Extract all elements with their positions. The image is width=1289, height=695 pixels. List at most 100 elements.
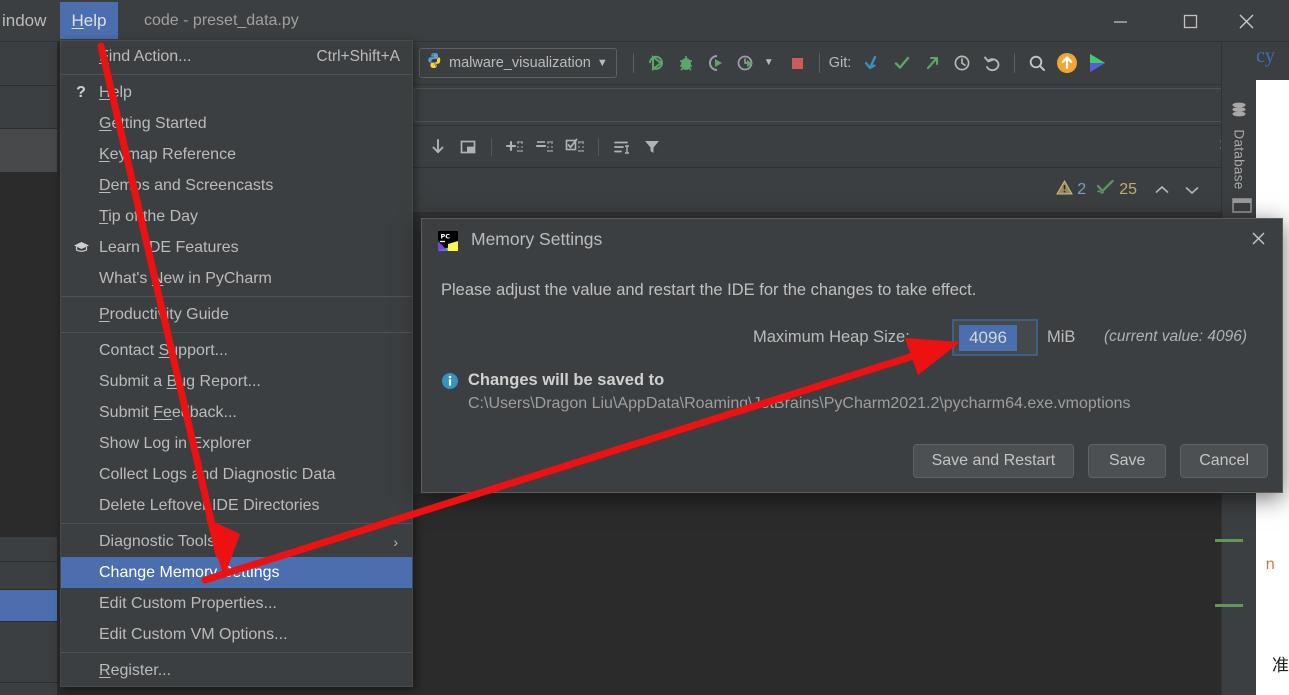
close-icon[interactable] (1244, 227, 1272, 255)
menu-item-label: Contact Support... (99, 341, 228, 359)
search-everywhere-icon[interactable] (1023, 49, 1051, 77)
toolbar-divider (491, 137, 492, 156)
chevron-down-icon[interactable]: ▼ (597, 57, 608, 69)
menu-item-learn-ide-features[interactable]: Learn IDE Features (61, 232, 412, 263)
background-link-text: cy (1256, 45, 1275, 67)
database-icon (1229, 100, 1249, 120)
tool-window-body-lower (411, 494, 1249, 695)
menu-item-edit-custom-vm-options[interactable]: Edit Custom VM Options... (61, 619, 412, 650)
sort-icon[interactable] (607, 132, 637, 162)
layout-icon[interactable] (1232, 198, 1254, 216)
menu-item-find-action[interactable]: Find Action... Ctrl+Shift+A (61, 41, 412, 72)
menu-item-contact-support[interactable]: Contact Support... (61, 335, 412, 366)
heap-current-value: (current value: 4096) (1104, 328, 1248, 345)
left-panel-band (0, 683, 57, 695)
datalore-icon[interactable] (1083, 49, 1111, 77)
add-column-icon[interactable] (500, 132, 530, 162)
cancel-button[interactable]: Cancel (1180, 444, 1268, 478)
menu-item-submit-a-bug-report[interactable]: Submit a Bug Report... (61, 366, 412, 397)
run-with-coverage-icon[interactable] (702, 49, 730, 77)
chevron-down-icon[interactable] (1179, 179, 1205, 201)
save-and-restart-button[interactable]: Save and Restart (912, 444, 1075, 478)
filter-icon[interactable] (637, 132, 667, 162)
menu-item-delete-leftover-ide-directories[interactable]: Delete Leftover IDE Directories (61, 490, 412, 521)
left-panel-band (0, 41, 57, 86)
menu-separator (61, 523, 412, 524)
window-icon[interactable] (453, 132, 483, 162)
menu-separator (61, 74, 412, 75)
menu-item-label: Change Memory Settings (99, 563, 280, 581)
pycharm-window: r_map体颜色color.式e_mapr_map颜色color.e_mapon… (0, 0, 1289, 695)
menu-item-help[interactable]: ? Help (61, 77, 412, 108)
upgrade-icon[interactable] (1053, 49, 1081, 77)
git-label: Git: (828, 54, 852, 71)
menu-item-label: Productivity Guide (99, 305, 229, 323)
push-icon[interactable] (918, 49, 946, 77)
menu-item-label: Learn IDE Features (99, 238, 239, 256)
arrow-down-icon[interactable] (423, 132, 453, 162)
menu-item-keymap-reference[interactable]: Keymap Reference (61, 139, 412, 170)
rollback-icon[interactable] (978, 49, 1006, 77)
heap-size-unit: MiB (1047, 328, 1076, 346)
history-icon[interactable] (948, 49, 976, 77)
menu-item-productivity-guide[interactable]: Productivity Guide (61, 299, 412, 330)
stop-icon[interactable] (783, 49, 811, 77)
commit-icon[interactable] (888, 49, 916, 77)
debug-icon[interactable] (672, 49, 700, 77)
menu-item-change-memory-settings[interactable]: Change Memory Settings (61, 557, 412, 588)
toolbar-divider (632, 52, 634, 73)
dialog-titlebar: PC Memory Settings (422, 219, 1282, 263)
menu-item-label: Submit a Bug Report... (99, 372, 261, 390)
warning-count: 2 (1077, 181, 1087, 198)
sidebar-item-label: Database (1231, 129, 1247, 190)
toolbar-divider (598, 137, 599, 156)
menu-item-diagnostic-tools[interactable]: Diagnostic Tools › (61, 526, 412, 557)
left-panel-band (0, 622, 57, 683)
update-project-icon[interactable] (858, 49, 886, 77)
help-menu-popup: Find Action... Ctrl+Shift+A ? Help Getting S… (60, 40, 413, 687)
minimize-icon[interactable] (1097, 0, 1143, 41)
info-icon (441, 372, 459, 390)
menu-item-register[interactable]: Register... (61, 655, 412, 686)
menu-item-edit-custom-properties[interactable]: Edit Custom Properties... (61, 588, 412, 619)
menu-item-what-s-new-in-pycharm[interactable]: What's New in PyCharm (61, 263, 412, 294)
menu-item-demos-and-screencasts[interactable]: Demos and Screencasts (61, 170, 412, 201)
menu-window[interactable]: indow (0, 6, 58, 36)
menu-item-show-log-in-explorer[interactable]: Show Log in Explorer (61, 428, 412, 459)
edit-column-icon[interactable] (560, 132, 590, 162)
dialog-buttons: Save and Restart Save Cancel (912, 444, 1268, 478)
run-configuration-selector[interactable]: malware_visualization ▼ (419, 47, 617, 78)
info-heading-text: Changes will be saved to (468, 371, 665, 389)
menu-separator (61, 296, 412, 297)
run-icon[interactable] (642, 49, 670, 77)
close-icon[interactable] (1223, 0, 1269, 41)
info-heading: Changes will be saved to (441, 371, 1131, 390)
menu-item-label: What's New in PyCharm (99, 269, 272, 287)
menu-item-submit-feedback[interactable]: Submit Feedback... (61, 397, 412, 428)
ok-count: 25 (1119, 181, 1137, 198)
menu-item-label: Collect Logs and Diagnostic Data (99, 465, 336, 483)
heap-size-input[interactable]: 4096 (952, 319, 1038, 356)
menu-item-tip-of-the-day[interactable]: Tip of the Day (61, 201, 412, 232)
chevron-down-icon[interactable]: ▼ (762, 49, 776, 77)
menu-help[interactable]: Help (60, 2, 118, 39)
save-button[interactable]: Save (1088, 444, 1167, 478)
inspection-widget[interactable]: 2 25 (1056, 179, 1205, 201)
heap-size-row: Maximum Heap Size: 4096 MiB (current val… (422, 319, 1282, 359)
menu-item-label: Diagnostic Tools (99, 532, 216, 550)
menu-item-getting-started[interactable]: Getting Started (61, 108, 412, 139)
menu-item-label: Find Action... (99, 47, 192, 65)
left-panel-band (0, 129, 57, 173)
dialog-title: Memory Settings (471, 229, 603, 249)
inspection-status-strip: 2 25 (411, 168, 1249, 213)
warning-triangle-icon (1056, 179, 1074, 201)
menu-separator (61, 652, 412, 653)
maximize-icon[interactable] (1167, 0, 1213, 41)
remove-column-icon[interactable] (530, 132, 560, 162)
toolbar-divider (1014, 52, 1016, 73)
menu-item-label: Submit Feedback... (99, 403, 237, 421)
profile-icon[interactable] (732, 49, 760, 77)
tool-window-inner-box (414, 88, 1232, 122)
menu-item-collect-logs-and-diagnostic-data[interactable]: Collect Logs and Diagnostic Data (61, 459, 412, 490)
chevron-up-icon[interactable] (1149, 179, 1175, 201)
